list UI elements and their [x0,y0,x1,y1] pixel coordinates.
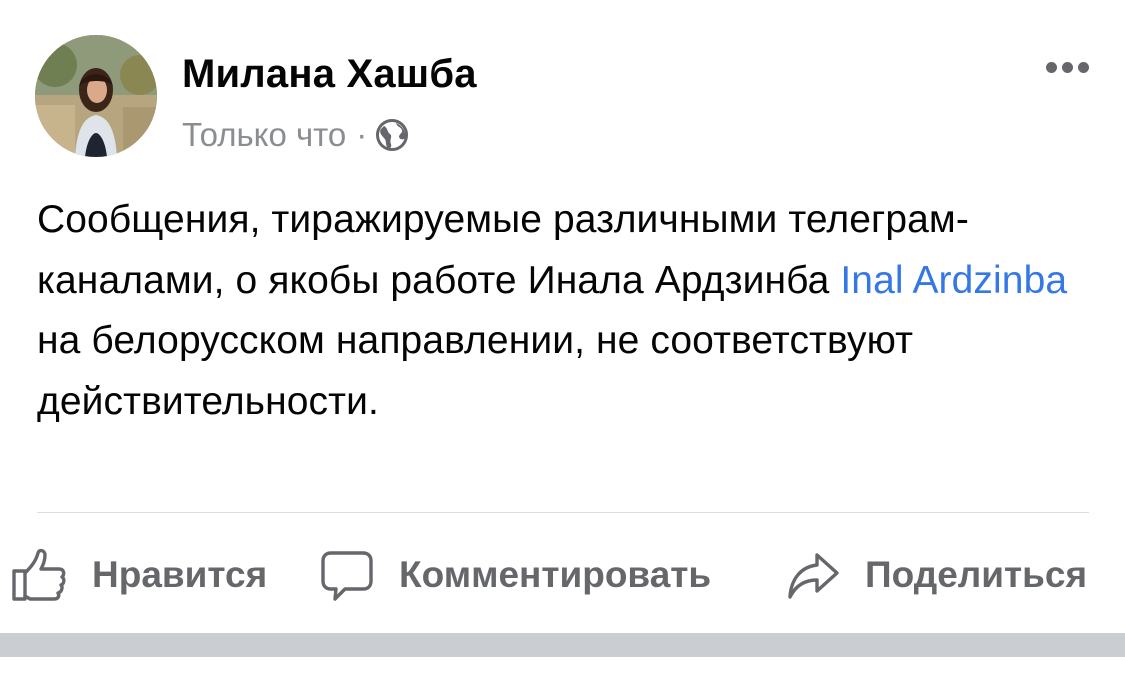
speech-bubble-icon [321,551,373,601]
more-dots-icon [1045,61,1057,73]
more-dot [1077,61,1089,73]
post-timestamp[interactable]: Только что [182,116,346,154]
author-name[interactable]: Милана Хашба [182,52,477,97]
feed-separator-bar [0,633,1125,657]
post-text: Сообщения, тиражируемые различными телег… [37,190,1087,432]
post-meta: Только что · [182,113,409,157]
share-arrow-icon [788,553,839,599]
thumbs-up-icon [12,548,66,601]
post-text-part2: на белорусском направлении, не соответст… [37,319,914,423]
like-button[interactable]: Нравится [10,540,267,610]
comment-button[interactable]: Комментировать [319,540,711,610]
divider [37,512,1089,513]
feed-post: Милана Хашба Только что · Сообщения, тир… [0,0,1125,690]
like-label: Нравится [92,554,268,595]
author-avatar[interactable] [35,35,157,157]
globe-icon[interactable] [375,118,409,152]
more-options-button[interactable] [1032,50,1102,84]
comment-label: Комментировать [399,554,712,595]
post-text-part1: Сообщения, тиражируемые различными телег… [37,198,969,302]
meta-separator: · [356,116,368,153]
profile-photo-icon [35,35,157,157]
more-dot [1061,61,1073,73]
mention-link[interactable]: Inal Ardzinba [840,259,1067,302]
share-button[interactable]: Поделиться [785,540,1087,610]
share-label: Поделиться [865,554,1088,595]
post-actions: Нравится Комментировать Поделиться [0,540,1125,610]
